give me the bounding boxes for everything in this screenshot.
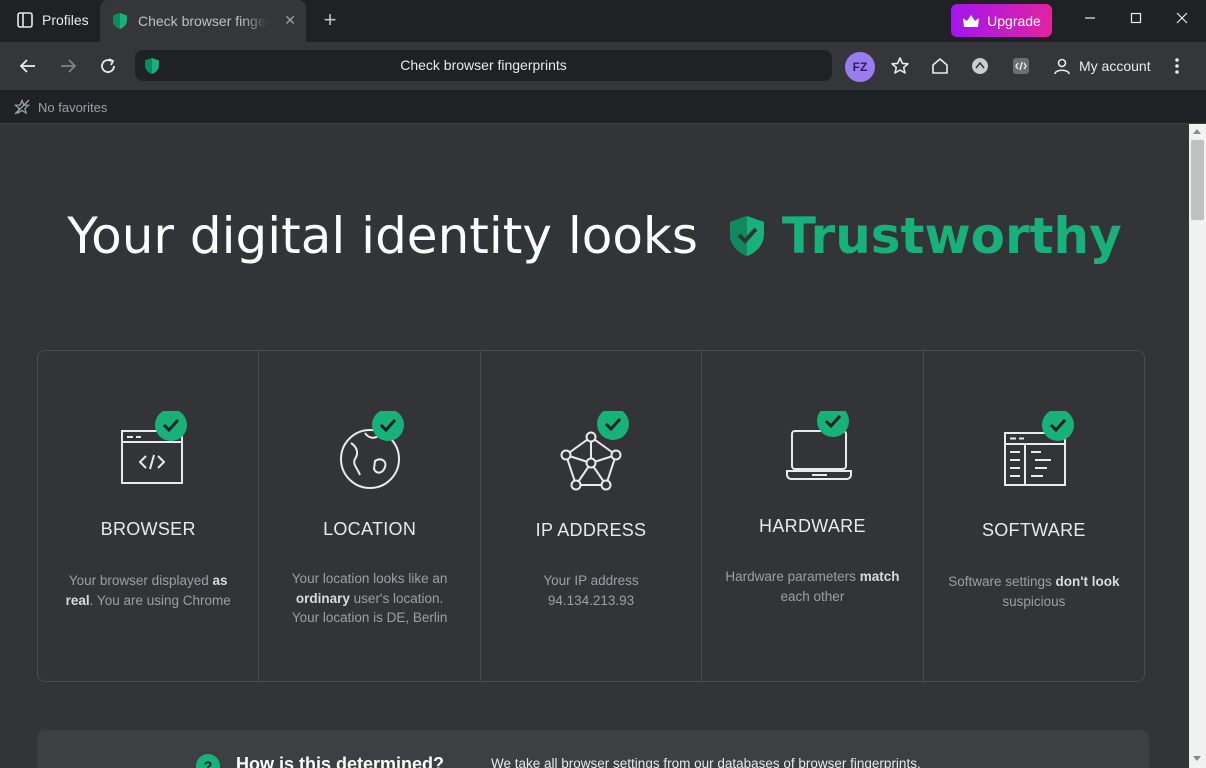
- network-icon: [560, 411, 630, 491]
- card-ip-address: IP ADDRESS Your IP address 94.134.213.93: [481, 351, 703, 681]
- tab-title: Check browser fingerprints: [138, 13, 268, 29]
- scroll-down-icon[interactable]: [1193, 756, 1201, 761]
- sidebar-panel-icon: [17, 12, 33, 28]
- minimize-icon[interactable]: [1080, 10, 1100, 30]
- browser-code-icon: [121, 411, 188, 484]
- card-desc: Hardware parameters match each other: [725, 569, 900, 604]
- address-bar[interactable]: Check browser fingerprints: [135, 50, 832, 81]
- card-hardware: HARDWARE Hardware parameters match each …: [702, 351, 924, 681]
- account-label: My account: [1079, 58, 1151, 74]
- info-text: We take all browser settings from our da…: [491, 756, 921, 768]
- reload-icon[interactable]: [96, 54, 120, 78]
- tab-close-icon[interactable]: ✕: [284, 12, 296, 29]
- forward-arrow-icon[interactable]: [56, 54, 80, 78]
- code-extension-icon[interactable]: [1009, 54, 1033, 78]
- star-bookmark-icon[interactable]: [888, 54, 912, 78]
- upgrade-label: Upgrade: [987, 12, 1041, 29]
- card-desc: Software settings don't look suspicious: [948, 574, 1120, 609]
- hero-status-group: Trustworthy: [728, 207, 1122, 265]
- extension-circle-icon[interactable]: [968, 54, 992, 78]
- back-arrow-icon[interactable]: [16, 54, 40, 78]
- close-window-icon[interactable]: [1172, 10, 1192, 30]
- title-bar: Profiles Check browser fingerprints ✕ + …: [0, 0, 1206, 42]
- page-content: Your digital identity looks Trustworthy …: [0, 124, 1189, 768]
- hero-heading: Your digital identity looks Trustworthy: [0, 206, 1189, 266]
- maximize-icon[interactable]: [1126, 10, 1146, 30]
- home-icon[interactable]: [928, 54, 952, 78]
- card-software: SOFTWARE Software settings don't look su…: [924, 351, 1144, 681]
- card-title: LOCATION: [323, 519, 417, 539]
- card-browser: BROWSER Your browser displayed as real. …: [38, 351, 260, 681]
- check-cards: BROWSER Your browser displayed as real. …: [37, 350, 1145, 682]
- card-desc: Your IP address 94.134.213.93: [543, 573, 639, 608]
- card-location: LOCATION Your location looks like an ord…: [259, 351, 481, 681]
- user-icon: [1054, 58, 1070, 75]
- card-title: IP ADDRESS: [535, 520, 647, 540]
- shield-favicon-icon: [113, 13, 127, 29]
- no-favorites: No favorites: [14, 99, 107, 115]
- laptop-icon: [786, 411, 853, 480]
- address-text: Check browser fingerprints: [400, 57, 567, 73]
- software-window-icon: [1003, 411, 1074, 486]
- card-title: BROWSER: [100, 519, 196, 539]
- star-off-icon: [14, 99, 30, 115]
- info-panel: ? How is this determined? We take all br…: [37, 730, 1149, 768]
- profile-avatar[interactable]: FZ: [845, 52, 875, 82]
- info-title: How is this determined?: [236, 754, 445, 768]
- page-scrollbar[interactable]: [1189, 124, 1206, 768]
- no-favorites-label: No favorites: [38, 99, 108, 115]
- upgrade-button[interactable]: Upgrade: [951, 4, 1052, 37]
- more-menu-icon[interactable]: [1165, 54, 1189, 78]
- profiles-label: Profiles: [42, 12, 89, 28]
- profiles-button[interactable]: Profiles: [6, 4, 99, 36]
- new-tab-button[interactable]: +: [318, 8, 342, 32]
- question-icon: ?: [196, 754, 220, 768]
- scroll-thumb[interactable]: [1191, 140, 1204, 220]
- scroll-up-icon[interactable]: [1193, 129, 1201, 134]
- my-account-button[interactable]: My account: [1053, 54, 1151, 78]
- crown-icon: [963, 14, 980, 27]
- card-title: SOFTWARE: [981, 520, 1086, 540]
- bookmarks-bar: No favorites: [0, 90, 1206, 124]
- hero-prefix: Your digital identity looks: [67, 207, 698, 265]
- card-desc: Your location looks like an ordinary use…: [291, 571, 448, 625]
- globe-icon: [339, 411, 404, 489]
- card-desc: Your browser displayed as real. You are …: [65, 573, 231, 608]
- shield-check-icon: [729, 216, 764, 256]
- tab-active[interactable]: Check browser fingerprints ✕: [100, 0, 306, 42]
- card-title: HARDWARE: [759, 516, 866, 536]
- hero-status: Trustworthy: [781, 207, 1122, 265]
